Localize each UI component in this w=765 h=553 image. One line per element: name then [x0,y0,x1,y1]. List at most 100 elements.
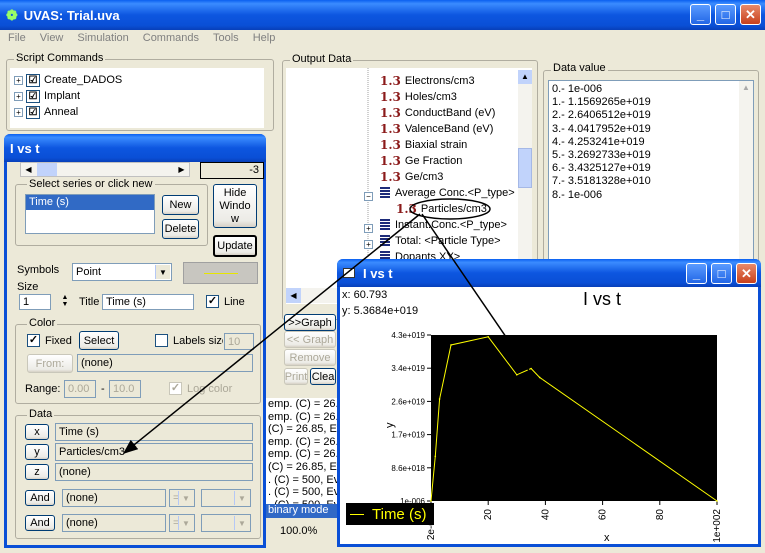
menu-item[interactable]: File [0,30,32,47]
line-checkbox[interactable]: ✓ [206,295,219,308]
main-titlebar[interactable]: ❁ UVAS: Trial.uva _ □ ✕ [0,0,765,30]
from-button[interactable]: From: [27,354,73,373]
series-hscroll[interactable]: ◀ ▶ [20,162,190,177]
minimize-icon[interactable]: _ [686,263,707,284]
scroll-up-icon[interactable]: ▲ [739,81,753,95]
script-commands-tree[interactable]: + ☑ Create_DADOS + ☑ Implant + ☑ Anneal [10,68,264,128]
log-color-checkbox[interactable]: ✓ [169,382,182,395]
data-value-item[interactable]: 7.- 3.5181328e+010 [552,175,651,188]
series-list-item[interactable]: Time (s) [26,195,154,210]
tree-expand-icon[interactable]: + [14,91,23,101]
menu-item[interactable]: View [32,30,70,47]
labels-size-input[interactable]: 10 [224,333,254,350]
script-command-item[interactable]: + ☑ Anneal [14,104,78,120]
series-dialog-titlebar[interactable]: I vs t [4,134,266,162]
output-data-item[interactable]: 1.3 Electrons/cm3 [380,73,475,89]
scroll-left-icon[interactable]: ◀ [286,288,301,303]
z-button[interactable]: z [25,464,49,480]
data-value-item[interactable]: 1.- 1.1569265e+019 [552,96,651,109]
script-checkbox-icon[interactable]: ☑ [26,89,40,103]
and-button-2[interactable]: And [25,515,55,531]
scroll-left-icon[interactable]: ◀ [21,163,36,176]
script-command-item[interactable]: + ☑ Create_DADOS [14,72,122,88]
tree-expand-icon[interactable]: + [14,75,23,85]
menu-item[interactable]: Commands [135,30,205,47]
scroll-right-icon[interactable]: ▶ [174,163,189,176]
data-value-list[interactable]: 0.- 1e-006 1.- 1.1569265e+019 2.- 2.640651… [548,80,754,260]
data-value-item[interactable]: 0.- 1e-006 [552,83,651,96]
data-value-item[interactable]: 4.- 4.253241e+019 [552,136,651,149]
output-data-item[interactable]: 1.3 Particles/cm3 [396,201,487,217]
and-op-1[interactable]: = ▼ [169,489,195,507]
maximize-icon[interactable]: □ [711,263,732,284]
output-data-item[interactable]: 1.3 Biaxial strain [380,137,467,153]
data-value-scrollbar[interactable]: ▲ [739,81,753,259]
series-list[interactable]: Time (s) [25,194,155,234]
output-data-item[interactable]: Average Conc.<P_type> [380,185,515,201]
scroll-up-icon[interactable]: ▲ [518,70,532,84]
dropdown-arrow-icon[interactable]: ▼ [234,491,249,505]
tree-expand-icon[interactable]: + [14,107,23,117]
delete-button[interactable]: Delete [162,219,199,239]
and-extra-1[interactable]: ▼ [201,489,251,507]
select-color-button[interactable]: Select [79,331,119,350]
range-min-input[interactable]: 0.00 [64,380,96,398]
output-data-item[interactable]: 1.3 Holes/cm3 [380,89,457,105]
tree-expand-icon[interactable]: − [364,192,373,201]
hide-window-button[interactable]: Hide Windo w [213,184,257,228]
graph-button[interactable]: << Graph [284,331,336,348]
script-checkbox-icon[interactable]: ☑ [26,105,40,119]
dropdown-arrow-icon[interactable]: ▼ [178,516,193,530]
scroll-thumb[interactable] [518,148,532,188]
x-button[interactable]: x [25,424,49,440]
output-data-item[interactable]: 1.3 ValenceBand (eV) [380,121,493,137]
range-max-input[interactable]: 10.0 [109,380,141,398]
menu-item[interactable]: Help [245,30,282,47]
and-button-1[interactable]: And [25,490,55,506]
scroll-thumb[interactable] [37,163,57,176]
dropdown-arrow-icon[interactable]: ▼ [155,265,170,279]
data-value-item[interactable]: 5.- 3.2692733e+019 [552,149,651,162]
output-data-item[interactable]: 1.3 Ge Fraction [380,153,462,169]
update-button[interactable]: Update [213,235,257,257]
script-checkbox-icon[interactable]: ☑ [26,73,40,87]
tree-expand-icon[interactable]: + [364,224,373,233]
output-data-item[interactable]: Instant.Conc.<P_type> [380,217,507,233]
data-value-item[interactable]: 3.- 4.0417952e+019 [552,123,651,136]
output-data-item[interactable]: 1.3 Ge/cm3 [380,169,443,185]
data-value-item[interactable]: 2.- 2.6406512e+019 [552,109,651,122]
close-icon[interactable]: ✕ [736,263,757,284]
graph-button[interactable]: >>Graph [284,314,336,331]
symbols-select[interactable]: Point ▼ [72,263,172,281]
plot-area [431,335,717,501]
dropdown-arrow-icon[interactable]: ▼ [178,491,193,505]
maximize-icon[interactable]: □ [715,4,736,25]
output-data-item[interactable]: Total: <Particle Type> [380,233,501,249]
graph-button[interactable]: Remove [284,349,336,366]
size-input[interactable]: 1 [19,294,51,310]
y-button[interactable]: y [25,444,49,460]
fixed-checkbox[interactable]: ✓ [27,334,40,347]
plot-titlebar[interactable]: I vs t _ □ ✕ [337,259,761,287]
and-extra-2[interactable]: ▼ [201,514,251,532]
close-icon[interactable]: ✕ [740,4,761,25]
data-value-item[interactable]: 8.- 1e-006 [552,189,651,202]
output-data-item[interactable]: 1.3 ConductBand (eV) [380,105,495,121]
dropdown-arrow-icon[interactable]: ▼ [234,516,249,530]
title-input[interactable]: Time (s) [102,294,194,310]
graph-button[interactable]: Clea [310,368,336,385]
log-area[interactable]: emp. (C) = 26.8 emp. (C) = 26.8 (C) = 26.8… [266,398,346,504]
labels-size-checkbox[interactable] [155,334,168,347]
script-command-item[interactable]: + ☑ Implant [14,88,80,104]
data-value-item[interactable]: 6.- 3.4325127e+019 [552,162,651,175]
line-color-preview[interactable] [183,262,258,284]
menu-item[interactable]: Simulation [69,30,134,47]
menu-item[interactable]: Tools [205,30,245,47]
graph-button[interactable]: Print [284,368,308,385]
size-spinner[interactable]: ▲ ▼ [57,294,73,310]
tree-expand-icon[interactable]: + [364,240,373,249]
list-icon [380,219,390,231]
new-button[interactable]: New [162,195,199,215]
and-op-2[interactable]: = ▼ [169,514,195,532]
minimize-icon[interactable]: _ [690,4,711,25]
